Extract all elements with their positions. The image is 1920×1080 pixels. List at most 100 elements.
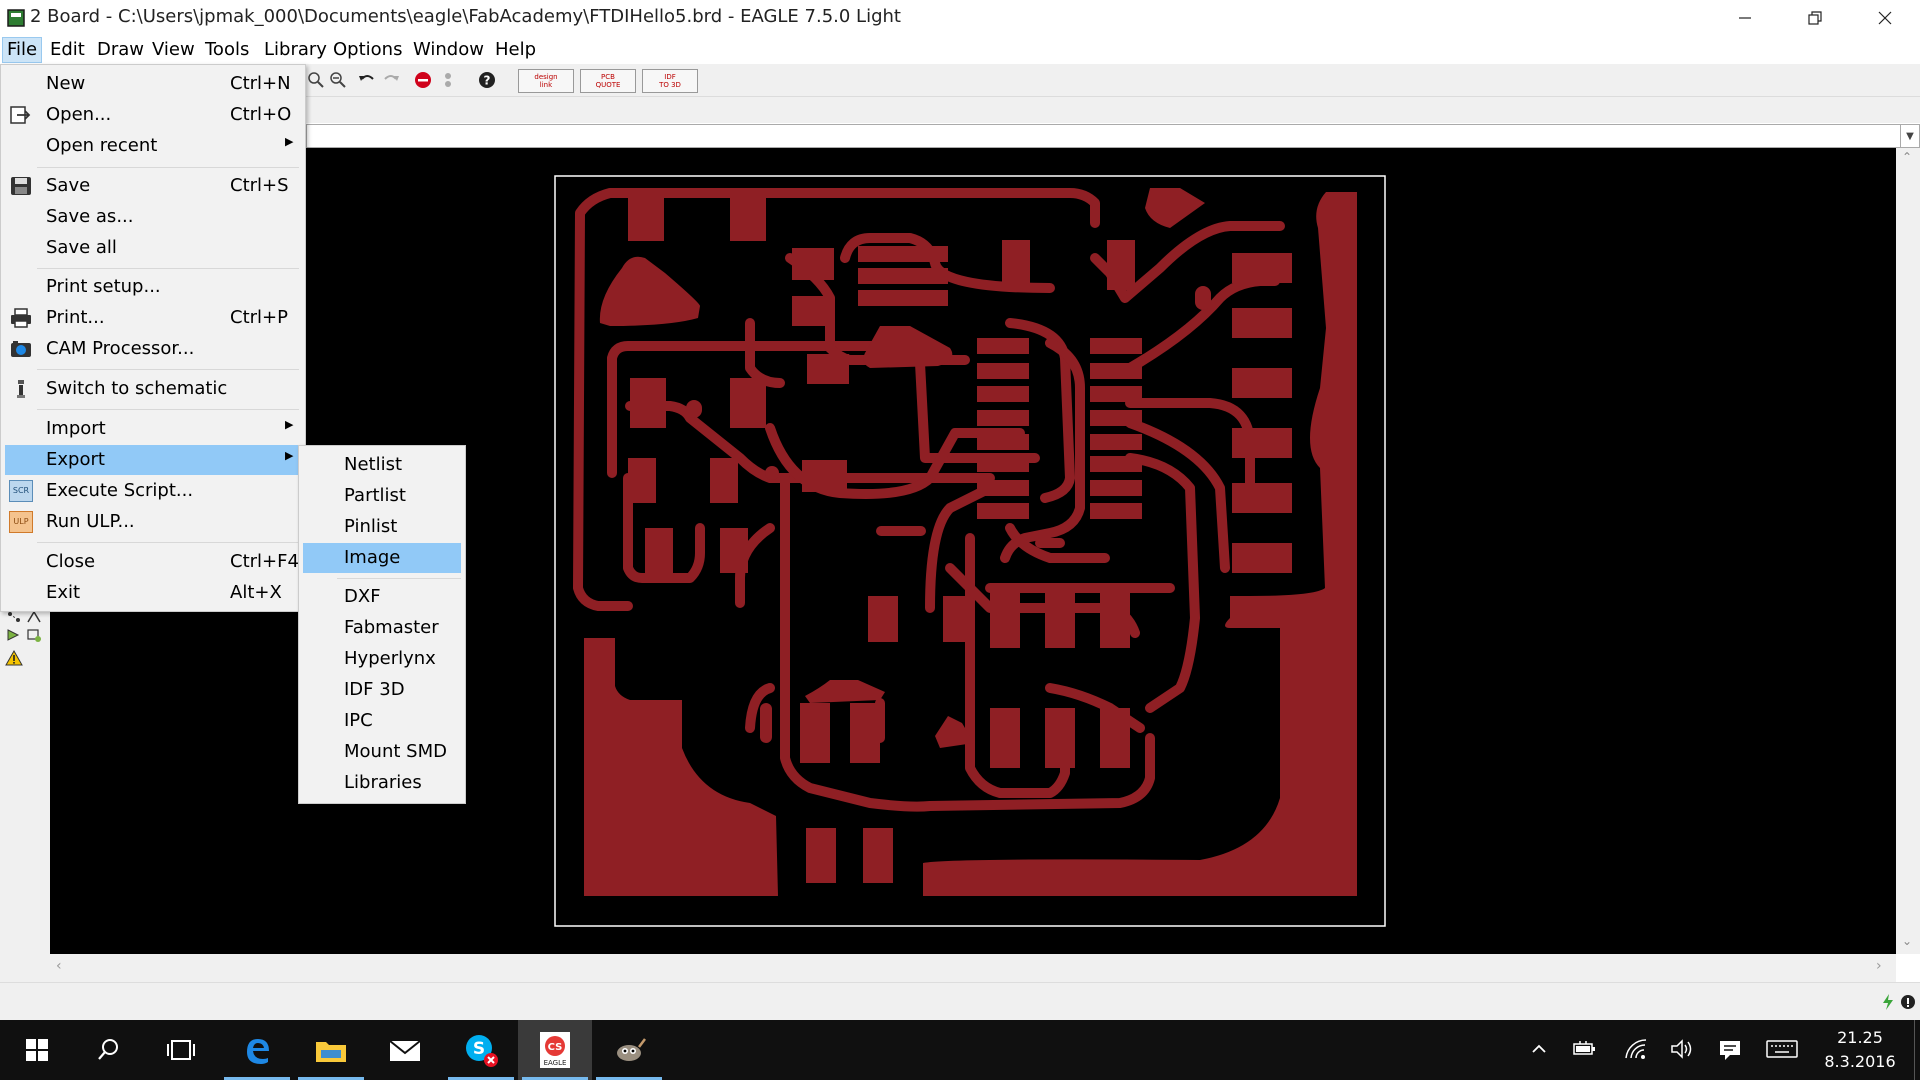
menu-item-label: Execute Script... [46,480,194,501]
drc-icon[interactable] [26,628,42,642]
restore-button[interactable] [1780,0,1850,36]
submenu-item-ipc[interactable]: IPC [303,706,461,736]
start-button[interactable] [0,1020,74,1080]
wifi-icon[interactable] [1624,1038,1648,1060]
menu-tools[interactable]: Tools [201,38,253,62]
menu-item-label: Switch to schematic [46,378,228,399]
menu-file[interactable]: File [2,37,43,63]
touch-keyboard-icon[interactable] [1766,1040,1798,1058]
menu-view[interactable]: View [148,38,199,62]
task-view-icon [167,1040,195,1060]
menu-item-switch-to-schematic[interactable]: Switch to schematic [5,374,299,404]
submenu-item-partlist[interactable]: Partlist [303,481,461,511]
vertical-scrollbar[interactable]: ⌃ ⌄ [1896,148,1920,954]
command-line-input[interactable] [306,124,1902,148]
menu-separator [37,542,299,543]
taskbar-app-edge[interactable] [220,1020,294,1080]
menu-item-label: Open recent [46,135,158,156]
menu-item-open[interactable]: Open... Ctrl+O [5,100,299,130]
traces [573,188,1285,812]
scroll-right-icon[interactable]: › [1876,958,1882,974]
idf-to-3d-button[interactable]: IDF TO 3D [642,69,698,93]
ratsnest-icon[interactable] [6,610,22,624]
menu-item-execute-script[interactable]: SCR Execute Script... [5,476,299,506]
zoom-out-icon[interactable] [328,70,348,90]
redo-icon[interactable] [381,70,401,90]
menu-item-run-ulp[interactable]: ULP Run ULP... [5,507,299,537]
menu-item-label: Save all [46,237,117,258]
design-link-button[interactable]: design link [518,69,574,93]
menu-item-exit[interactable]: Exit Alt+X [5,578,299,608]
taskbar-app-gimp[interactable] [592,1020,666,1080]
undo-icon[interactable] [357,70,377,90]
menu-item-close[interactable]: Close Ctrl+F4 [5,547,299,577]
show-desktop-button[interactable] [1914,1020,1920,1080]
menu-edit[interactable]: Edit [46,38,89,62]
menu-item-export[interactable]: Export ▶ [5,445,299,475]
menu-item-label: Save as... [46,206,134,227]
taskbar-app-file-explorer[interactable] [294,1020,368,1080]
menu-bar: File Edit Draw View Tools Library Option… [0,36,1920,64]
submenu-item-pinlist[interactable]: Pinlist [303,512,461,542]
go-icon[interactable] [438,70,458,90]
task-view-button[interactable] [144,1020,218,1080]
menu-item-print-setup[interactable]: Print setup... [5,272,299,302]
menu-window[interactable]: Window [409,38,488,62]
pcb-quote-button[interactable]: PCB QUOTE [580,69,636,93]
clock-date: 8.3.2016 [1824,1052,1896,1071]
menu-item-cam-processor[interactable]: CAM Processor... [5,334,299,364]
submenu-item-hyperlynx[interactable]: Hyperlynx [303,644,461,674]
menu-item-shortcut: Ctrl+N [230,73,291,94]
submenu-item-idf-3d[interactable]: IDF 3D [303,675,461,705]
menu-item-new[interactable]: New Ctrl+N [5,69,299,99]
menu-item-print[interactable]: Print... Ctrl+P [5,303,299,333]
menu-item-save-all[interactable]: Save all [5,233,299,263]
minimize-icon [1739,17,1751,19]
taskbar-app-skype[interactable]: S [444,1020,518,1080]
power-icon[interactable] [1572,1038,1598,1060]
help-icon[interactable]: ? [477,70,497,90]
menu-library[interactable]: Library [260,38,331,62]
submenu-item-mount-smd[interactable]: Mount SMD [303,737,461,767]
erc-warning-icon[interactable] [5,650,23,666]
clock-time: 21.25 [1837,1028,1883,1047]
submenu-item-label: IPC [344,710,373,731]
menu-item-open-recent[interactable]: Open recent ▶ [5,131,299,161]
route-icon[interactable] [6,628,22,642]
printer-icon [11,308,31,328]
scroll-left-icon[interactable]: ‹ [56,958,62,974]
menu-options[interactable]: Options [329,38,406,62]
scroll-up-icon[interactable]: ⌃ [1902,150,1912,164]
menu-item-save[interactable]: Save Ctrl+S [5,171,299,201]
close-button[interactable] [1850,0,1920,36]
menu-separator [37,409,299,410]
action-center-icon[interactable] [1718,1038,1742,1062]
submenu-item-label: Pinlist [344,516,398,537]
menu-draw[interactable]: Draw [93,38,148,62]
info-icon[interactable] [1900,993,1916,1011]
horizontal-scrollbar[interactable]: ‹ › [50,954,1896,982]
command-history-dropdown[interactable]: ▼ [1900,124,1920,148]
submenu-item-fabmaster[interactable]: Fabmaster [303,613,461,643]
search-button[interactable] [72,1020,146,1080]
minimize-button[interactable] [1710,0,1780,36]
submenu-item-image[interactable]: Image [303,543,461,573]
open-icon [10,106,31,124]
auto-router-icon[interactable] [26,610,42,624]
design-link-label: design link [534,73,558,89]
clock[interactable]: 21.25 8.3.2016 [1810,1026,1910,1074]
stop-icon[interactable] [413,70,433,90]
menu-item-import[interactable]: Import ▶ [5,414,299,444]
submenu-item-libraries[interactable]: Libraries [303,768,461,798]
taskbar-app-eagle[interactable]: CS EAGLE [518,1020,592,1080]
show-hidden-icons-icon[interactable] [1530,1040,1548,1058]
menu-item-save-as[interactable]: Save as... [5,202,299,232]
copper-shape-4 [805,680,885,703]
taskbar-app-mail[interactable] [368,1020,442,1080]
submenu-item-dxf[interactable]: DXF [303,582,461,612]
menu-help[interactable]: Help [491,38,540,62]
scroll-down-icon[interactable]: ⌄ [1902,934,1912,948]
zoom-in-icon[interactable] [306,70,326,90]
volume-icon[interactable] [1670,1038,1694,1060]
submenu-item-netlist[interactable]: Netlist [303,450,461,480]
